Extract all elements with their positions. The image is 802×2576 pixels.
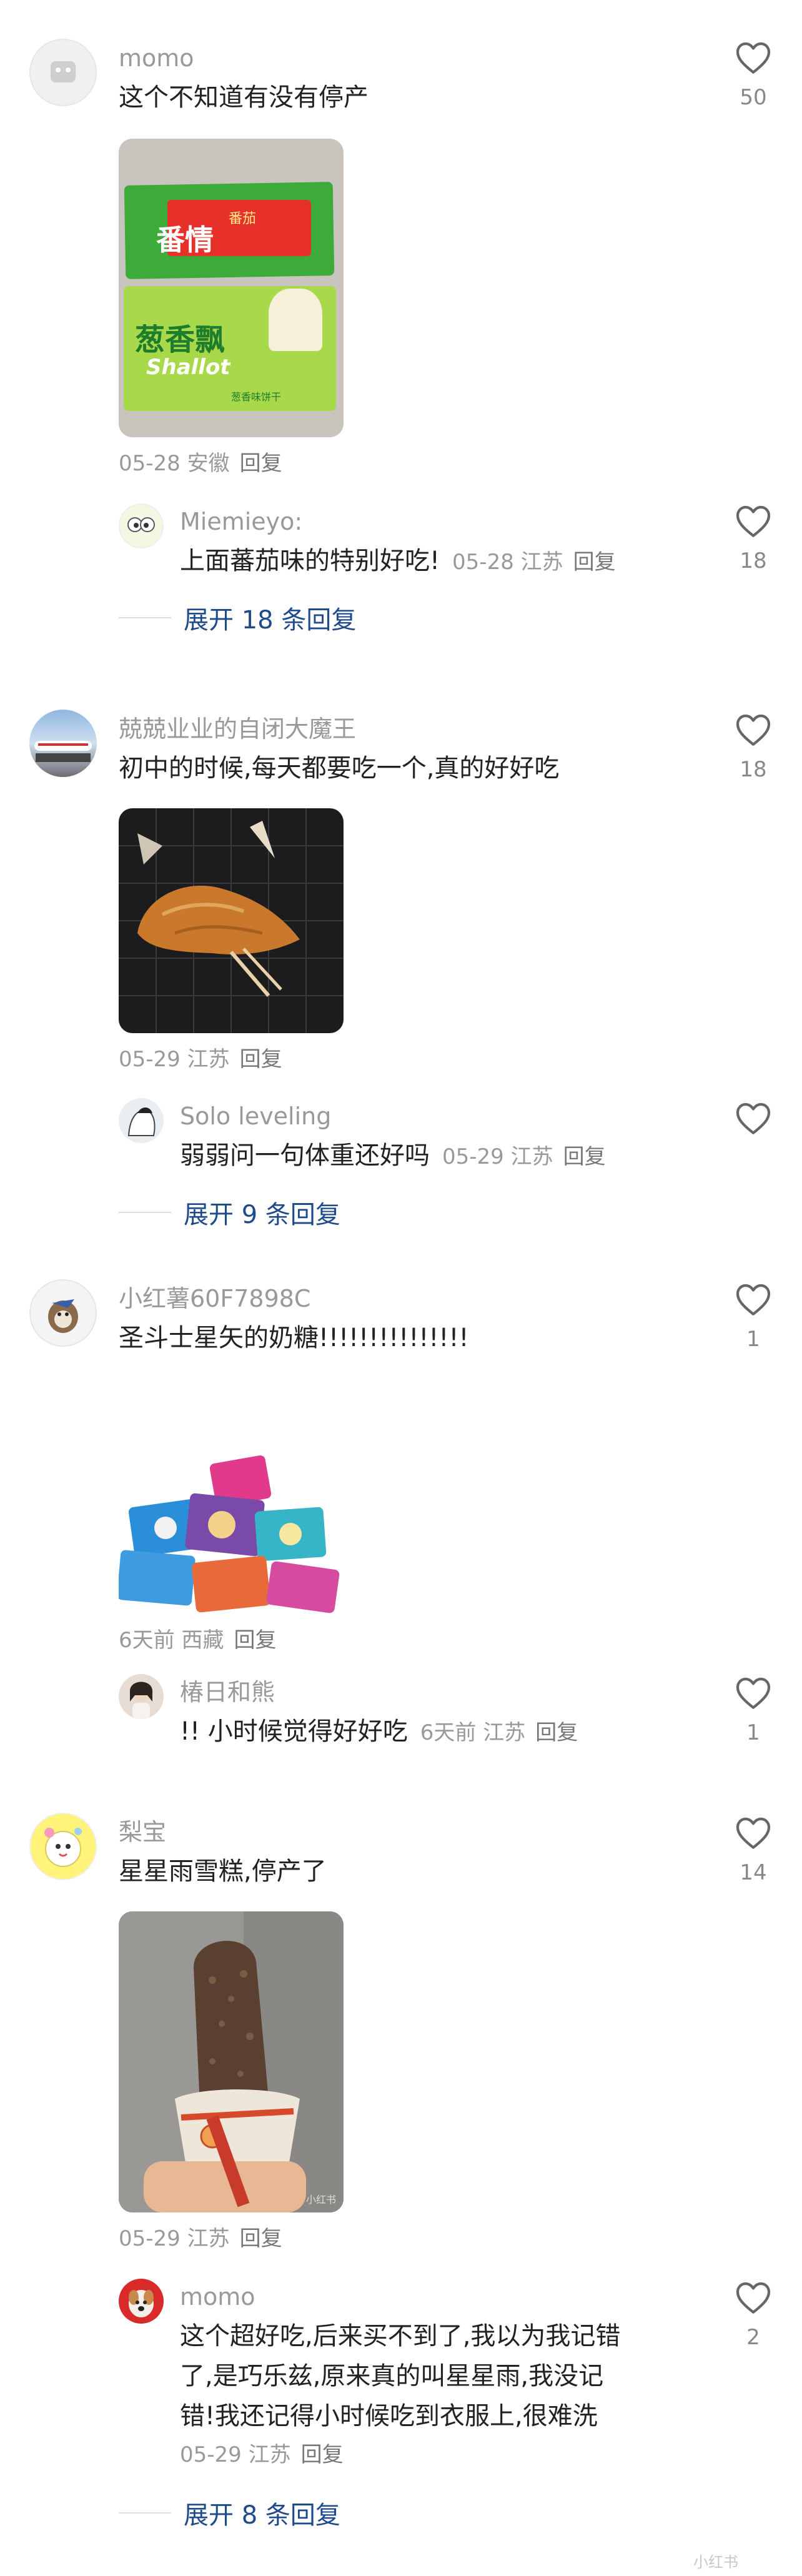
heart-outline-icon[interactable] [735, 1101, 772, 1136]
reply-link[interactable]: 回复 [240, 2226, 282, 2251]
comment-image[interactable]: 番情 番茄 葱香飘 Shallot 葱香味饼干 [119, 139, 344, 437]
reply-text-line[interactable]: 了,是巧乐兹,原来真的叫星星雨,我没记 [180, 2356, 603, 2396]
like-count: 14 [740, 1860, 767, 1885]
expand-replies-button[interactable]: 展开 18 条回复 [119, 602, 356, 635]
comment: 梨宝 星星雨雪糕,停产了 14 小红书 05-29 江苏 回复 momo 这个超好… [0, 1811, 802, 2576]
like-count: 1 [746, 1720, 760, 1745]
avatar[interactable] [119, 2279, 164, 2324]
user-name[interactable]: momo [119, 42, 194, 74]
avatar[interactable] [29, 1813, 97, 1880]
comment-meta: 05-29 江苏 回复 [119, 2226, 282, 2251]
reply-text-line[interactable]: 这个超好吃,后来买不到了,我以为我记错 [180, 2316, 620, 2356]
like-count: 1 [746, 1327, 760, 1352]
like-count: 50 [740, 85, 767, 110]
reply-link[interactable]: 回复 [535, 1720, 578, 1745]
avatar[interactable] [29, 1279, 97, 1347]
user-name[interactable]: Solo leveling [180, 1101, 331, 1132]
comment-image[interactable] [119, 808, 344, 1033]
reply-text[interactable]: 上面蕃茄味的特别好吃! 05-28 江苏 回复 [180, 541, 616, 582]
package-flavor: 番茄 [229, 211, 257, 227]
avatar[interactable] [119, 503, 164, 548]
user-name[interactable]: 小红薯60F7898C [119, 1283, 310, 1314]
reply-text[interactable]: !! 小时候觉得好好吃 6天前 江苏 回复 [180, 1712, 578, 1753]
comment-image[interactable] [119, 1440, 344, 1614]
reply-link[interactable]: 回复 [240, 1047, 282, 1072]
package-label: 葱香飘 [135, 322, 225, 357]
comment-meta: 05-28 安徽 回复 [119, 451, 282, 476]
user-name[interactable]: 梨宝 [119, 1816, 166, 1848]
heart-outline-icon[interactable] [735, 2280, 772, 2315]
reply-link[interactable]: 回复 [563, 1144, 606, 1169]
package-label: 葱香味饼干 [231, 391, 282, 403]
comment-text[interactable]: 初中的时候,每天都要吃一个,真的好好吃 [119, 748, 559, 788]
comment: 兢兢业业的自闭大魔王 初中的时候,每天都要吃一个,真的好好吃 18 05-29 … [0, 681, 802, 1274]
heart-outline-icon[interactable] [735, 1815, 772, 1850]
heart-outline-icon[interactable] [735, 1282, 772, 1317]
reply-text[interactable]: 弱弱问一句体重还好吗 05-29 江苏 回复 [180, 1136, 606, 1177]
comment-text[interactable]: 圣斗士星矢的奶糖!!!!!!!!!!!!!!! [119, 1318, 469, 1358]
heart-outline-icon[interactable] [735, 40, 772, 75]
package-label: Shallot [146, 355, 230, 380]
user-name[interactable]: Miemieyo: [180, 506, 302, 537]
like-count: 18 [740, 757, 767, 782]
comment-meta: 05-29 江苏 回复 [119, 1047, 282, 1072]
reply-link[interactable]: 回复 [234, 1628, 276, 1653]
expand-replies-button[interactable]: 展开 8 条回复 [119, 2497, 340, 2530]
comment-text[interactable]: 这个不知道有没有停产 [119, 77, 369, 117]
watermark: 小红书 [305, 2194, 336, 2206]
avatar[interactable] [119, 1098, 164, 1143]
like-count: 2 [746, 2325, 760, 2350]
reply-text-line[interactable]: 错!我还记得小时候吃到衣服上,很难洗 [180, 2396, 598, 2436]
expand-replies-button[interactable]: 展开 9 条回复 [119, 1197, 340, 1229]
user-name[interactable]: 兢兢业业的自闭大魔王 [119, 713, 356, 745]
user-name[interactable]: 椿日和熊 [180, 1677, 275, 1708]
comment: 小红薯60F7898C 圣斗士星矢的奶糖!!!!!!!!!!!!!!! 1 6天… [0, 1274, 802, 1811]
reply-link[interactable]: 回复 [573, 550, 616, 575]
avatar[interactable] [119, 1674, 164, 1719]
package-label: 番情 [156, 223, 214, 257]
comment: momo 这个不知道有没有停产 50 番情 番茄 葱香飘 Shallot 葱香味… [0, 0, 802, 681]
like-count: 18 [740, 548, 767, 573]
avatar[interactable] [29, 39, 97, 106]
heart-outline-icon[interactable] [735, 712, 772, 747]
user-name[interactable]: momo [180, 2281, 255, 2312]
comment-meta: 6天前 西藏 回复 [119, 1628, 277, 1653]
reply-meta: 05-29 江苏 回复 [180, 2442, 344, 2467]
avatar[interactable] [29, 710, 97, 777]
reply-link[interactable]: 回复 [301, 2442, 344, 2467]
heart-outline-icon[interactable] [735, 1675, 772, 1710]
heart-outline-icon[interactable] [735, 503, 772, 538]
comment-image[interactable]: 小红书 [119, 1911, 344, 2212]
watermark: 小红书 [693, 2554, 738, 2571]
comment-text[interactable]: 星星雨雪糕,停产了 [119, 1851, 327, 1891]
reply-link[interactable]: 回复 [240, 451, 282, 476]
